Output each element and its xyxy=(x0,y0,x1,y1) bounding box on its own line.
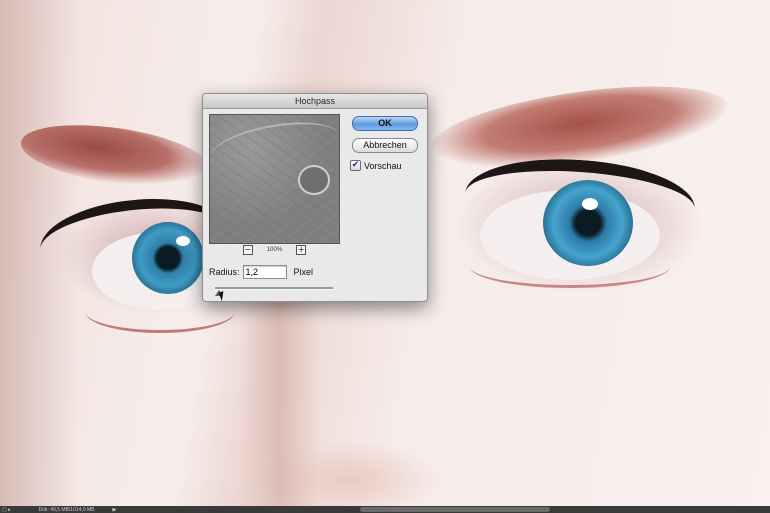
check-icon[interactable]: ✔ xyxy=(350,160,361,171)
right-lower-lid xyxy=(470,245,670,288)
preview-zoom-controls: − 100% + xyxy=(209,245,340,255)
horizontal-scrollbar[interactable] xyxy=(360,507,550,512)
preview-eye-edge xyxy=(298,165,330,195)
document-size-info: Dok: 40,5 MB/1014,0 MB xyxy=(38,506,95,513)
radius-row: Radius: Pixel xyxy=(209,265,313,279)
radius-slider-track[interactable] xyxy=(215,287,333,290)
zoom-out-icon[interactable]: − xyxy=(242,245,253,255)
radius-input[interactable] xyxy=(242,265,287,279)
status-bar: ▢ ▸ Dok: 40,5 MB/1014,0 MB ▶ xyxy=(0,506,770,513)
filter-preview-window[interactable] xyxy=(209,114,340,244)
high-pass-dialog: Hochpass − 100% + OK Abbrechen ✔ Vorscha… xyxy=(202,93,428,302)
ok-button[interactable]: OK xyxy=(352,116,418,131)
radius-label: Radius: xyxy=(209,267,240,277)
dialog-title[interactable]: Hochpass xyxy=(203,94,427,109)
status-arrow-icon[interactable]: ▶ xyxy=(113,507,117,513)
unit-label: Pixel xyxy=(293,267,314,277)
cancel-button[interactable]: Abbrechen xyxy=(352,138,418,153)
zoom-level: 100% xyxy=(266,247,283,253)
status-menu-icon[interactable]: ▢ ▸ xyxy=(2,507,11,513)
preview-checkbox-row[interactable]: ✔ Vorschau xyxy=(350,160,402,171)
preview-label: Vorschau xyxy=(364,160,402,171)
zoom-in-icon[interactable]: + xyxy=(296,245,307,255)
